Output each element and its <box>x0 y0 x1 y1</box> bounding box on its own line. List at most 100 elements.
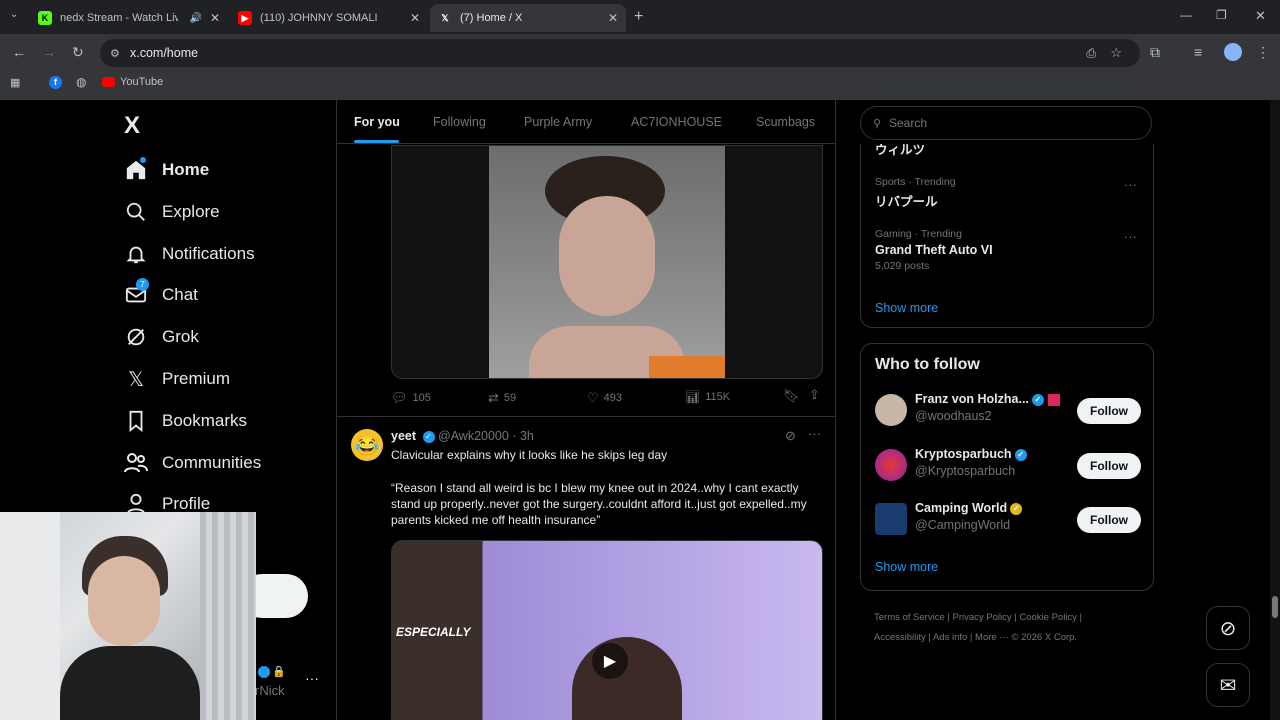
nav-home[interactable]: Home <box>124 155 209 185</box>
profile-avatar[interactable] <box>1224 43 1242 61</box>
nav-grok[interactable]: Grok <box>124 322 199 352</box>
nav-bookmarks[interactable]: Bookmarks <box>124 406 247 436</box>
search-input[interactable]: ⚲ Search <box>860 106 1152 140</box>
tab-following[interactable]: Following <box>433 115 486 129</box>
globe-icon[interactable]: ◍ <box>76 75 86 89</box>
browser-tab-kick[interactable]: K nedx Stream - Watch Live o 🔊 ✕ <box>30 4 228 32</box>
nav-premium[interactable]: 𝕏 Premium <box>124 364 230 394</box>
site-info-icon[interactable]: ⚙ <box>110 47 120 60</box>
bookmark-youtube[interactable]: YouTube <box>120 76 163 88</box>
browser-tab-bar: K nedx Stream - Watch Live o 🔊 ✕ ▶ (110)… <box>0 0 1280 34</box>
tesla-icon <box>1047 393 1060 406</box>
more-icon[interactable]: ··· <box>1124 177 1137 192</box>
url-input[interactable]: ⚙ x.com/home ⎙ ☆ <box>100 39 1140 67</box>
window-close-icon[interactable]: ✕ <box>1255 8 1266 24</box>
post-quote: “Reason I stand all weird is bc I blew m… <box>391 481 807 527</box>
webcam-person <box>60 536 200 720</box>
nav-chat[interactable]: Chat 7 <box>124 278 198 310</box>
messages-fab-icon[interactable]: ✉ <box>1206 663 1250 707</box>
nav-label: Explore <box>162 202 220 221</box>
search-placeholder: Search <box>889 116 928 130</box>
tab-search-icon[interactable]: ⌄ <box>10 9 18 20</box>
follow-button[interactable]: Follow <box>1077 507 1141 533</box>
follow-suggestion[interactable]: Camping World ✓ @CampingWorld Follow <box>875 499 1141 539</box>
avatar[interactable] <box>875 449 907 481</box>
restore-icon[interactable]: ❐ <box>1216 8 1227 22</box>
views-action[interactable]: 📊︎ 115K <box>685 390 730 404</box>
url-text: x.com/home <box>130 46 199 60</box>
trend-item[interactable]: Sports · Trending リバプール <box>875 176 956 210</box>
back-icon[interactable]: ← <box>12 44 26 60</box>
x-logo-icon[interactable]: X <box>124 112 140 140</box>
unread-dot <box>140 157 146 163</box>
wall <box>0 512 60 720</box>
follow-suggestion[interactable]: Kryptosparbuch ✓ @Kryptosparbuch Follow <box>875 445 1141 485</box>
show-more-follow[interactable]: Show more <box>875 560 938 574</box>
nav-explore[interactable]: Explore <box>124 197 220 227</box>
menu-icon[interactable]: ⋮ <box>1256 44 1270 61</box>
author-handle[interactable]: @Awk20000 <box>438 429 509 443</box>
new-tab-icon[interactable]: + <box>634 8 643 26</box>
nav-label: Profile <box>162 494 211 513</box>
nav-communities[interactable]: Communities <box>124 448 261 478</box>
scrollbar[interactable] <box>1270 100 1280 720</box>
reply-action[interactable]: 💬︎ 105 <box>391 390 431 406</box>
media-icon[interactable]: ≡ <box>1194 44 1202 60</box>
tab-for-you[interactable]: For you <box>354 115 400 129</box>
browser-tab-x[interactable]: 𝕏 (7) Home / X ✕ <box>430 4 626 32</box>
post-video[interactable]: ESPECIALLY ▶ <box>391 540 823 720</box>
follow-button[interactable]: Follow <box>1077 398 1141 424</box>
person-face <box>88 556 160 646</box>
footer-line-1[interactable]: Terms of Service | Privacy Policy | Cook… <box>874 608 1144 628</box>
post-yeet[interactable]: 😂 yeet ✓ @Awk20000 · 3h ⊘ ··· Clavicular… <box>337 416 835 720</box>
reload-icon[interactable]: ↻ <box>72 44 84 61</box>
verified-icon: ✓ <box>1014 448 1027 461</box>
avatar[interactable]: 😂 <box>351 429 383 461</box>
tab-ac7ionhouse[interactable]: AC7IONHOUSE <box>631 115 722 129</box>
tab-purple-army[interactable]: Purple Army <box>524 115 592 129</box>
verified-icon <box>258 666 270 678</box>
suggestion-name[interactable]: Franz von Holzha... ✓ <box>915 392 1060 406</box>
trend-title: リバプール <box>875 195 938 209</box>
play-icon[interactable]: ▶ <box>592 643 628 679</box>
suggestion-name[interactable]: Camping World ✓ <box>915 501 1023 515</box>
bookmark-star-icon[interactable]: ☆ <box>1110 45 1122 61</box>
avatar[interactable] <box>875 503 907 535</box>
bookmark-icon[interactable]: 🔖︎ <box>783 388 800 404</box>
grok-fab-icon[interactable]: ⊘ <box>1206 606 1250 650</box>
speaker-icon[interactable]: 🔊 <box>190 13 202 24</box>
author-name[interactable]: yeet <box>391 429 416 443</box>
forward-icon[interactable]: → <box>42 44 56 60</box>
nav-notifications[interactable]: Notifications <box>124 239 255 269</box>
grok-icon[interactable]: ⊘ <box>785 428 796 444</box>
repost-count: 59 <box>503 392 517 404</box>
like-action[interactable]: ♡ 493 <box>587 390 622 406</box>
suggestion-name[interactable]: Kryptosparbuch ✓ <box>915 447 1027 461</box>
close-icon[interactable]: ✕ <box>608 11 618 25</box>
more-icon[interactable]: ··· <box>1124 229 1137 244</box>
post-time[interactable]: · 3h <box>512 429 534 443</box>
repost-action[interactable]: ⇄ 59 <box>488 390 516 406</box>
extensions-icon[interactable]: ⧉ <box>1150 44 1160 61</box>
post-image[interactable] <box>391 145 823 379</box>
x-logo-icon: 𝕏 <box>127 368 145 391</box>
account-more-icon[interactable]: ··· <box>305 670 319 686</box>
apps-icon[interactable]: ▦ <box>10 76 20 89</box>
show-more-trends[interactable]: Show more <box>875 301 938 315</box>
scrollbar-thumb[interactable] <box>1272 596 1278 618</box>
follow-button[interactable]: Follow <box>1077 453 1141 479</box>
browser-tab-youtube[interactable]: ▶ (110) JOHNNY SOMALI LIVE - Y ✕ <box>230 4 428 32</box>
verified-icon: ✓ <box>422 430 435 443</box>
facebook-icon[interactable]: f <box>49 76 62 89</box>
trend-item[interactable]: Gaming · Trending Grand Theft Auto VI 5,… <box>875 228 993 272</box>
more-icon[interactable]: ··· <box>808 426 821 441</box>
footer-line-2[interactable]: Accessibility | Ads info | More ··· © 20… <box>874 628 1144 648</box>
minimize-icon[interactable]: — <box>1180 8 1192 22</box>
follow-suggestion[interactable]: Franz von Holzha... ✓ @woodhaus2 Follow <box>875 390 1141 430</box>
share-icon[interactable]: ⇪ <box>809 387 820 403</box>
avatar[interactable] <box>875 394 907 426</box>
install-icon[interactable]: ⎙ <box>1086 46 1096 61</box>
close-icon[interactable]: ✕ <box>210 11 220 25</box>
close-icon[interactable]: ✕ <box>410 11 420 25</box>
tab-scumbags[interactable]: Scumbags <box>756 115 815 129</box>
